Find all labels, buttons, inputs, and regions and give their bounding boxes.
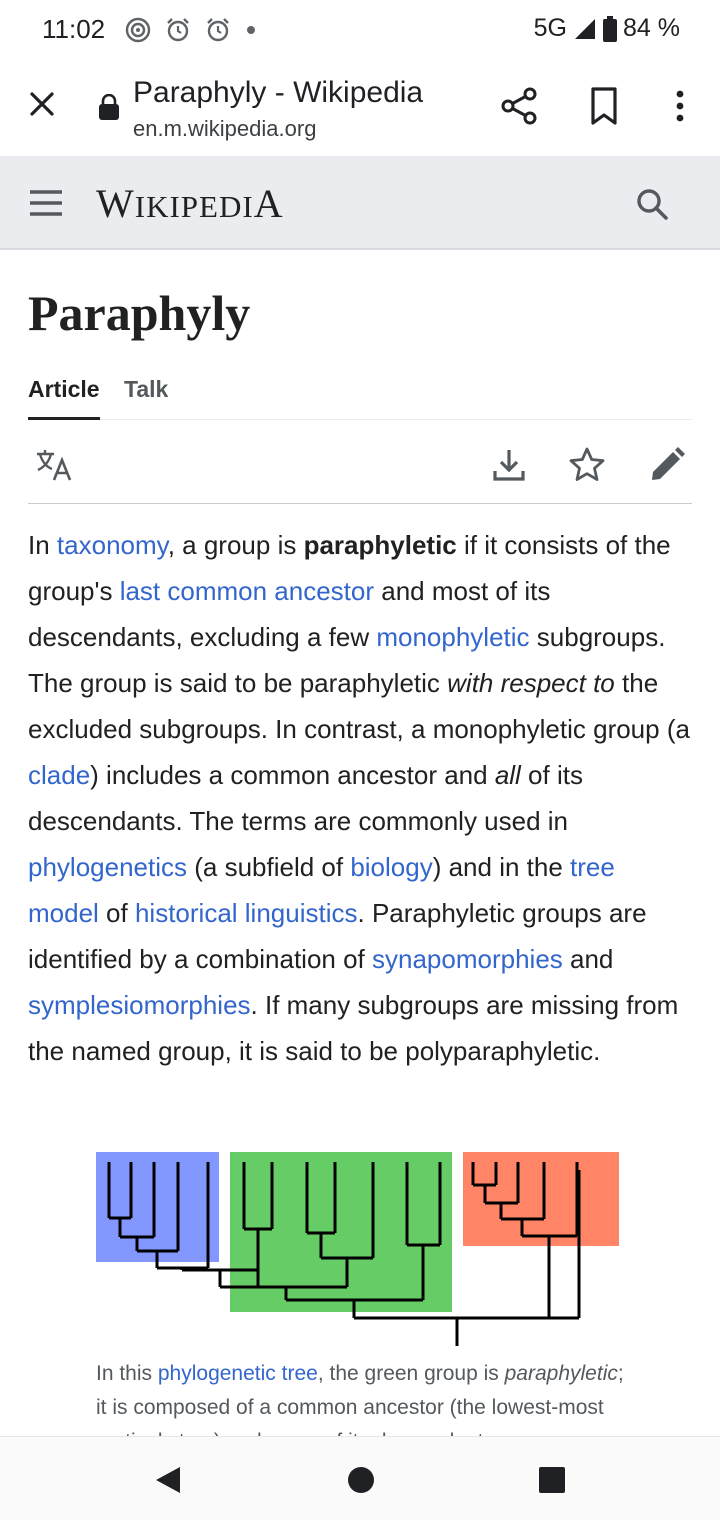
status-notification-icons bbox=[124, 16, 258, 44]
signal-icon bbox=[575, 18, 596, 39]
figure-caption: In this phylogenetic tree, the green gro… bbox=[96, 1357, 636, 1437]
browser-toolbar: Paraphyly - Wikipedia en.m.wikipedia.org bbox=[0, 60, 720, 156]
bold-term: paraphyletic bbox=[303, 530, 457, 560]
alarm-icon-2 bbox=[207, 18, 229, 42]
wikipedia-logo[interactable]: WIKIPEDIA bbox=[96, 180, 284, 227]
phylogenetic-tree-figure[interactable] bbox=[96, 1150, 626, 1350]
status-right: 5G 84 % bbox=[534, 14, 680, 43]
language-icon[interactable] bbox=[34, 446, 74, 482]
dot-icon bbox=[247, 26, 255, 34]
alarm-icon bbox=[167, 18, 189, 42]
status-bar: 11:02 5G 84 % bbox=[0, 0, 720, 60]
recents-square-icon[interactable] bbox=[538, 1466, 566, 1494]
bookmark-icon[interactable] bbox=[584, 84, 624, 128]
text-run: ) includes a common ancestor and bbox=[90, 760, 495, 790]
status-time: 11:02 bbox=[42, 14, 106, 44]
back-triangle-icon[interactable] bbox=[154, 1465, 182, 1495]
download-icon[interactable] bbox=[490, 446, 528, 484]
search-icon[interactable] bbox=[632, 184, 672, 224]
battery-percent: 84 % bbox=[623, 14, 680, 42]
browser-page-title[interactable]: Paraphyly - Wikipedia bbox=[133, 76, 423, 110]
italic-term: all bbox=[494, 760, 521, 790]
article-paragraph: In taxonomy, a group is paraphyletic if … bbox=[28, 522, 692, 1074]
text-run: , a group is bbox=[167, 530, 304, 560]
link-monophyletic[interactable]: monophyletic bbox=[376, 622, 529, 652]
link-biology[interactable]: biology bbox=[350, 852, 432, 882]
text-run: In bbox=[28, 530, 57, 560]
link-phylogenetic-tree[interactable]: phylogenetic tree bbox=[158, 1362, 318, 1385]
italic-term: with respect to bbox=[447, 668, 615, 698]
link-clade[interactable]: clade bbox=[28, 760, 90, 790]
link-last-common-ancestor[interactable]: last common ancestor bbox=[120, 576, 374, 606]
browser-url[interactable]: en.m.wikipedia.org bbox=[133, 116, 316, 142]
more-vert-icon[interactable] bbox=[662, 84, 698, 128]
watch-star-icon[interactable] bbox=[568, 446, 606, 484]
text-run: of bbox=[98, 898, 135, 928]
link-synapomorphies[interactable]: synapomorphies bbox=[372, 944, 563, 974]
logo-w: W bbox=[96, 181, 135, 226]
blue-group-box bbox=[96, 1152, 219, 1262]
text-run: and bbox=[562, 944, 614, 974]
battery-icon bbox=[603, 15, 618, 42]
text-run: ) and in the bbox=[432, 852, 571, 882]
caption-italic: paraphyletic bbox=[504, 1362, 618, 1385]
logo-middle: IKIPEDI bbox=[134, 189, 254, 224]
tab-talk[interactable]: Talk bbox=[124, 376, 168, 420]
link-phylogenetics[interactable]: phylogenetics bbox=[28, 852, 187, 882]
network-type: 5G bbox=[533, 14, 568, 42]
text-run: (a subfield of bbox=[187, 852, 351, 882]
hotspot-icon bbox=[125, 17, 151, 43]
article-title: Paraphyly bbox=[28, 285, 251, 341]
system-nav-bar bbox=[0, 1436, 720, 1520]
lock-icon bbox=[99, 94, 119, 120]
link-taxonomy[interactable]: taxonomy bbox=[57, 530, 168, 560]
home-circle-icon[interactable] bbox=[347, 1466, 375, 1494]
share-icon[interactable] bbox=[498, 84, 542, 128]
logo-a: A bbox=[253, 181, 284, 226]
caption-run: In this bbox=[96, 1362, 158, 1385]
link-historical-linguistics[interactable]: historical linguistics bbox=[135, 898, 358, 928]
tab-article[interactable]: Article bbox=[28, 376, 100, 420]
wikipedia-header: WIKIPEDIA bbox=[0, 156, 720, 250]
link-symplesiomorphies[interactable]: symplesiomorphies bbox=[28, 990, 251, 1020]
menu-icon[interactable] bbox=[28, 186, 64, 220]
caption-run: , the green group is bbox=[317, 1362, 505, 1385]
article-tabs: Article Talk bbox=[28, 374, 692, 420]
page-actions bbox=[28, 422, 692, 504]
close-icon[interactable] bbox=[22, 84, 62, 124]
edit-pencil-icon[interactable] bbox=[648, 446, 686, 484]
